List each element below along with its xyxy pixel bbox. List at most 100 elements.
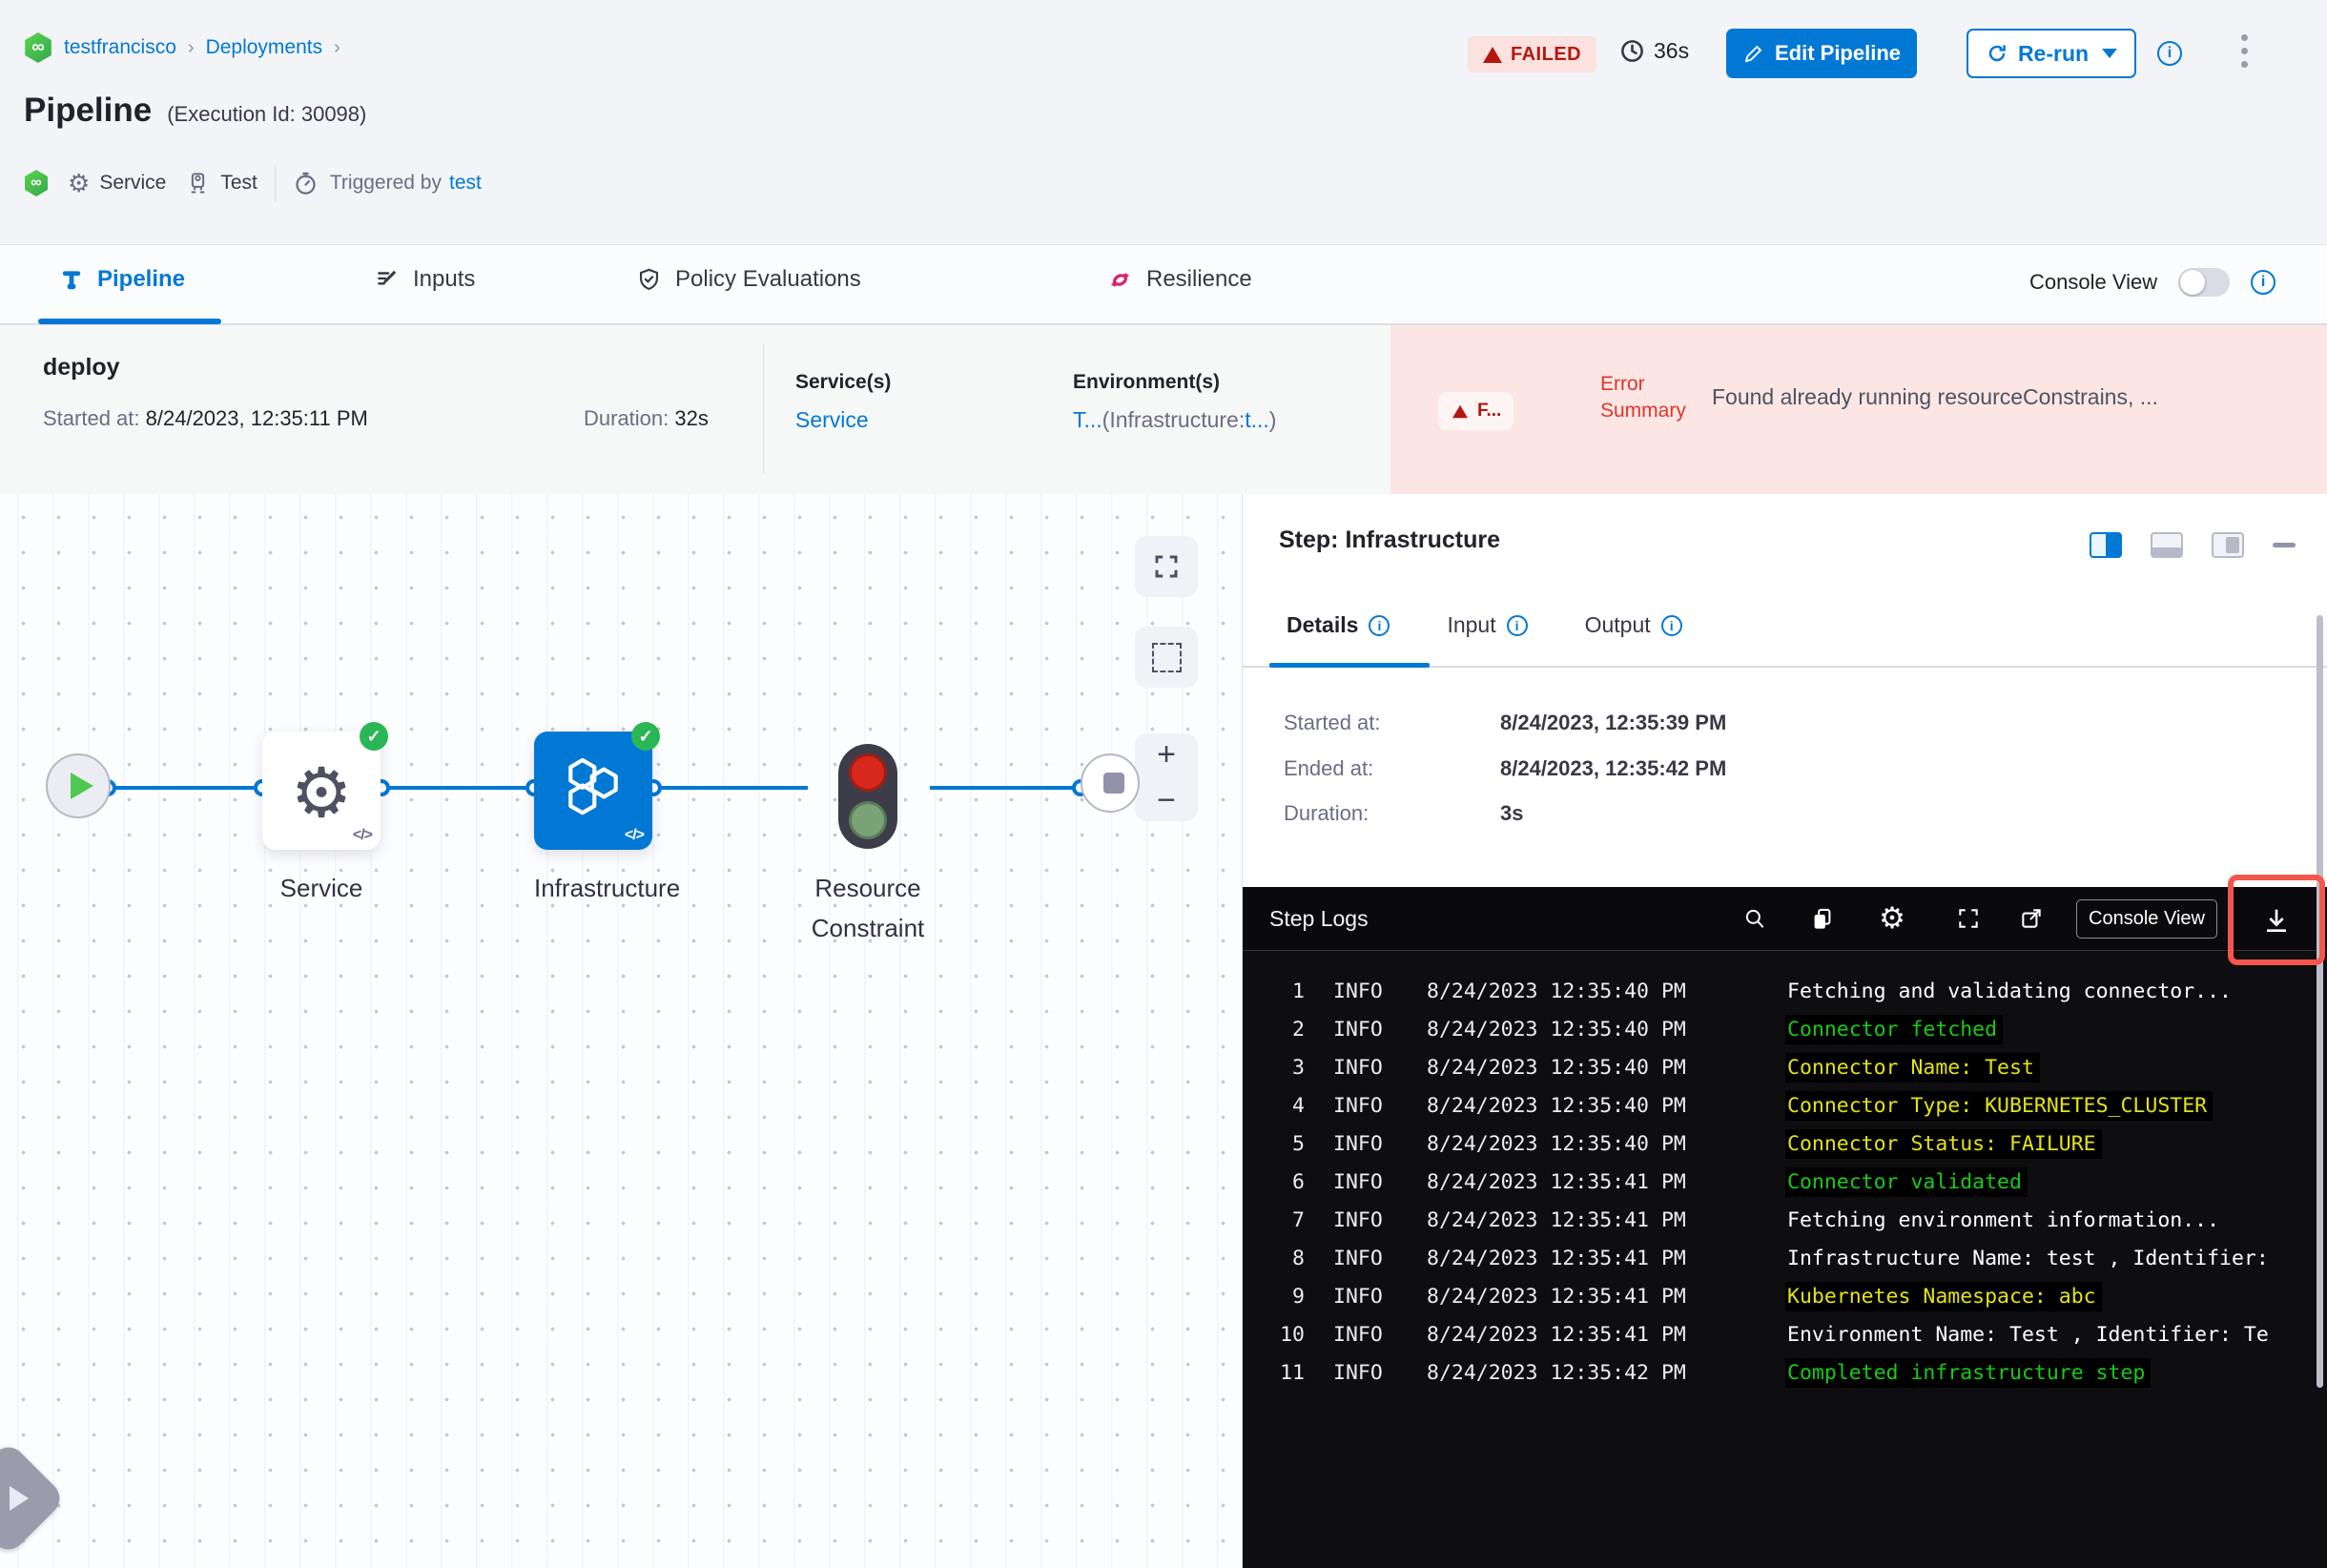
layout-bottom-view-button[interactable] bbox=[2151, 532, 2183, 558]
canvas-zoom-controls: + − bbox=[1135, 733, 1198, 821]
service-node-label: Service bbox=[279, 874, 363, 902]
log-message: Connector validated bbox=[1785, 1166, 2028, 1197]
log-open-external-button[interactable] bbox=[2013, 900, 2049, 937]
log-message: Connector Type: KUBERNETES_CLUSTER bbox=[1785, 1090, 2214, 1121]
infrastructure-step-node[interactable]: </> bbox=[534, 732, 652, 850]
more-options-menu[interactable] bbox=[2241, 34, 2248, 68]
log-timestamp: 8/24/2023 12:35:41 PM bbox=[1427, 1207, 1686, 1232]
chevron-down-icon[interactable] bbox=[2102, 49, 2118, 58]
zoom-out-button[interactable]: − bbox=[1135, 784, 1198, 816]
elapsed-value: 36s bbox=[1654, 38, 1690, 63]
connector-line bbox=[930, 786, 1082, 790]
environment-close-paren: ) bbox=[1268, 407, 1277, 432]
tab-policy-evaluations-label: Policy Evaluations bbox=[675, 266, 861, 292]
warning-triangle-icon bbox=[1452, 404, 1468, 418]
triggered-by-user[interactable]: test bbox=[449, 172, 482, 195]
log-search-button[interactable] bbox=[1737, 900, 1773, 937]
log-message: Fetching and validating connector... bbox=[1787, 979, 2232, 1003]
log-line-number: 11 bbox=[1280, 1360, 1305, 1385]
gear-icon: ⚙ bbox=[68, 168, 91, 197]
log-message: Environment Name: Test , Identifier: Te bbox=[1787, 1322, 2269, 1347]
inputs-icon bbox=[378, 270, 397, 285]
breadcrumb-deployments[interactable]: Deployments bbox=[206, 36, 323, 59]
info-icon[interactable]: i bbox=[2251, 270, 2276, 295]
step-logs-console[interactable]: 1 INFO 8/24/2023 12:35:40 PM Fetching and v… bbox=[1243, 951, 2327, 1568]
log-timestamp: 8/24/2023 12:35:42 PM bbox=[1427, 1360, 1686, 1385]
resource-constraint-label: Resource Constraint bbox=[811, 874, 925, 942]
canvas-fullscreen-button[interactable] bbox=[1135, 536, 1198, 597]
stage-name[interactable]: deploy bbox=[43, 354, 120, 382]
service-tag[interactable]: Service bbox=[99, 172, 166, 195]
console-view-toggle[interactable] bbox=[2178, 268, 2231, 297]
log-line-number: 2 bbox=[1292, 1017, 1305, 1042]
edit-pipeline-button[interactable]: Edit Pipeline bbox=[1726, 29, 1917, 78]
tab-output[interactable]: Output i bbox=[1585, 612, 1682, 638]
info-icon[interactable]: i bbox=[1506, 614, 1528, 636]
warning-triangle-icon bbox=[1483, 46, 1502, 63]
log-timestamp: 8/24/2023 12:35:40 PM bbox=[1427, 1017, 1686, 1042]
environment-infra-name[interactable]: t... bbox=[1245, 407, 1269, 432]
tab-details[interactable]: Details i bbox=[1287, 612, 1390, 638]
log-console-view-button[interactable]: Console View bbox=[2076, 899, 2217, 939]
log-line-number: 6 bbox=[1292, 1169, 1305, 1194]
tab-policy-evaluations[interactable]: Policy Evaluations bbox=[636, 266, 861, 293]
log-message: Connector fetched bbox=[1785, 1014, 2004, 1044]
pencil-icon bbox=[1744, 45, 1761, 62]
refresh-icon bbox=[1988, 45, 2006, 62]
log-download-button[interactable] bbox=[2261, 905, 2292, 936]
tab-input-label: Input bbox=[1447, 612, 1496, 637]
error-summary-message[interactable]: Found already running resourceConstrains… bbox=[1712, 384, 2303, 410]
log-level: INFO bbox=[1333, 1169, 1383, 1194]
environment-tag[interactable]: Test bbox=[220, 172, 257, 195]
log-level: INFO bbox=[1333, 1131, 1383, 1156]
harness-module-icon: ∞ bbox=[25, 170, 48, 196]
info-icon[interactable]: i bbox=[1660, 614, 1682, 636]
log-line: 9 INFO 8/24/2023 12:35:41 PM Kubernetes Nam… bbox=[1243, 1277, 2327, 1315]
service-link[interactable]: Service bbox=[795, 407, 891, 433]
tab-resilience[interactable]: Resilience bbox=[1107, 266, 1252, 293]
pipeline-start-node[interactable] bbox=[46, 753, 111, 818]
tab-pipeline-label: Pipeline bbox=[97, 266, 186, 292]
services-column: Service(s) Service bbox=[795, 371, 891, 433]
tab-inputs[interactable]: Inputs bbox=[375, 266, 475, 293]
external-link-icon bbox=[2022, 909, 2041, 928]
tab-input[interactable]: Input i bbox=[1447, 612, 1528, 638]
fullscreen-icon bbox=[1155, 555, 1178, 578]
divider bbox=[274, 165, 276, 201]
log-line-number: 1 bbox=[1292, 979, 1305, 1003]
detail-started-row: Started at: 8/24/2023, 12:35:39 PM bbox=[1284, 711, 1727, 734]
console-view-label: Console View bbox=[2029, 270, 2158, 294]
layout-right-view-button[interactable] bbox=[2090, 532, 2122, 558]
log-timestamp: 8/24/2023 12:35:41 PM bbox=[1427, 1284, 1686, 1309]
log-line: 3 INFO 8/24/2023 12:35:40 PM Connector Name… bbox=[1243, 1048, 2327, 1086]
status-badge-label: FAILED bbox=[1511, 43, 1582, 65]
log-line: 11 INFO 8/24/2023 12:35:42 PM Completed inf… bbox=[1243, 1353, 2327, 1392]
gear-icon: ⚙ bbox=[1879, 901, 1905, 935]
environment-name[interactable]: T... bbox=[1073, 407, 1102, 432]
environments-label: Environment(s) bbox=[1073, 371, 1221, 393]
canvas-select-button[interactable] bbox=[1135, 627, 1198, 688]
resource-constraint-node[interactable] bbox=[838, 744, 897, 849]
log-copy-button[interactable] bbox=[1803, 900, 1840, 937]
info-icon[interactable]: i bbox=[1369, 614, 1390, 636]
layout-floating-view-button[interactable] bbox=[2212, 532, 2244, 558]
expand-arrow-icon bbox=[10, 1486, 29, 1511]
tab-pipeline[interactable]: Pipeline bbox=[59, 266, 185, 293]
pipeline-end-node[interactable] bbox=[1081, 753, 1140, 813]
page-header: ∞ testfrancisco › Deployments › FAILED 3… bbox=[0, 0, 2327, 244]
service-step-node[interactable]: ⚙ </> bbox=[262, 732, 381, 850]
rerun-button[interactable]: Re-run bbox=[1967, 29, 2136, 78]
zoom-in-button[interactable]: + bbox=[1135, 738, 1198, 771]
minimize-panel-button[interactable] bbox=[2273, 543, 2296, 547]
environment-link[interactable]: T...(Infrastructure:t...) bbox=[1073, 407, 1276, 433]
trigger-stopwatch-icon bbox=[296, 172, 316, 195]
pipeline-graph-canvas[interactable]: + − ⚙ </> ✓ Service </> ✓ Infrastructure… bbox=[0, 494, 1242, 1568]
log-level: INFO bbox=[1333, 1360, 1383, 1385]
breadcrumb-project[interactable]: testfrancisco bbox=[64, 36, 176, 59]
panel-scrollbar[interactable] bbox=[2317, 615, 2323, 1388]
log-fullscreen-button[interactable] bbox=[1950, 900, 1987, 937]
execution-tab-bar: Pipeline Inputs Policy Evaluations Resil… bbox=[0, 244, 2327, 325]
log-settings-button[interactable]: ⚙ bbox=[1874, 900, 1910, 937]
duration-label: Duration: bbox=[584, 406, 669, 430]
info-icon[interactable]: i bbox=[2157, 41, 2182, 66]
